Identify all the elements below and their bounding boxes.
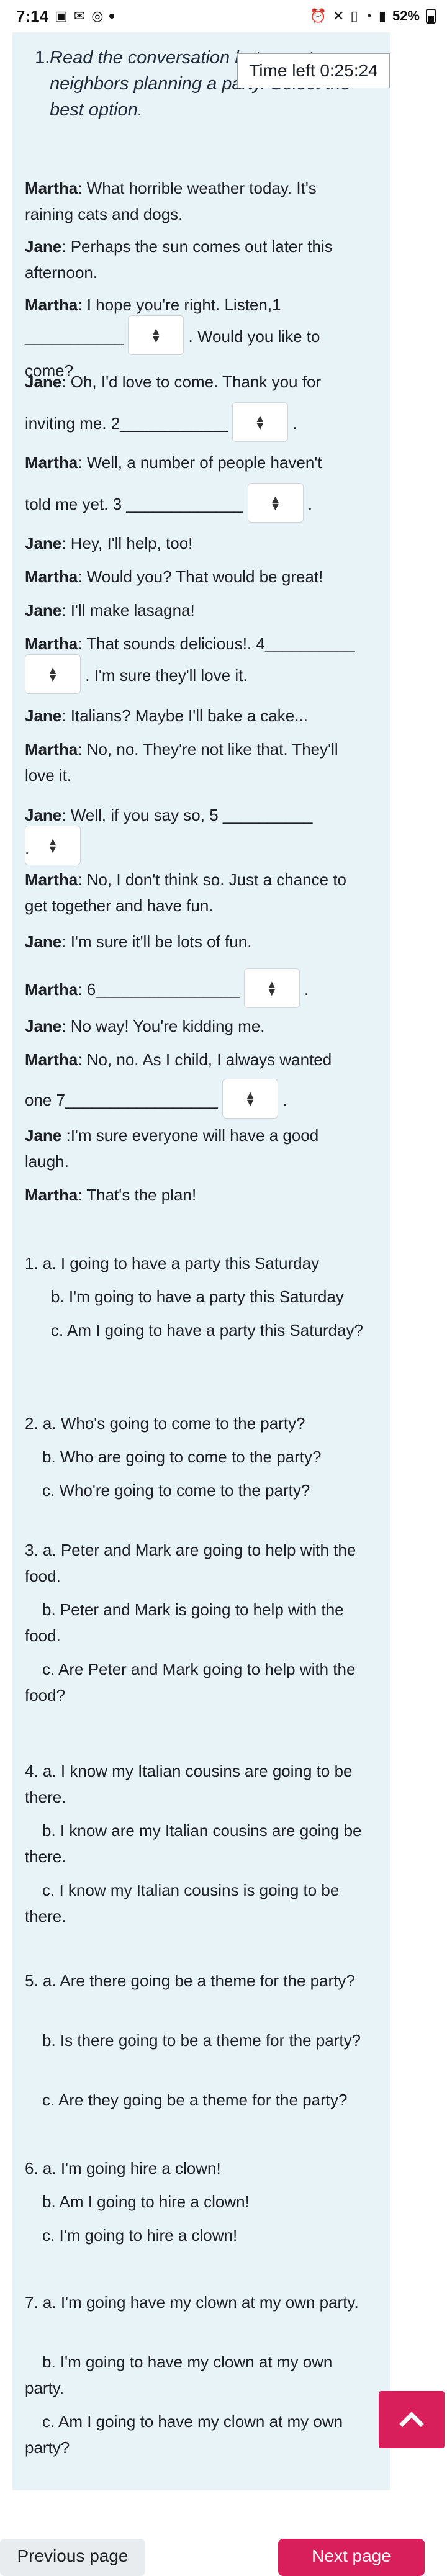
answer-dropdown-4[interactable]: ▲ ▼ [25,654,81,694]
dialogue-line: . [25,839,30,858]
back-to-top-button[interactable] [379,2391,445,2448]
answer-dropdown-2[interactable]: ▲ ▼ [232,402,288,442]
whatsapp-icon: ◎ [91,8,104,24]
option-text: b. Is there going to be a theme for the … [42,2031,361,2050]
mute-icon: ✕ [333,8,345,24]
answer-dropdown-7[interactable]: ▲ ▼ [222,1079,279,1119]
alarm-icon: ⏰ [309,8,327,24]
answer-dropdown-3[interactable]: ▲ ▼ [247,483,304,523]
battery-percent: 52% [392,8,420,24]
option-text: c. Who're going to come to the party? [42,1481,310,1500]
updown-arrows-icon: ▲ ▼ [150,325,162,345]
option-text: b. I'm going to have a party this Saturd… [51,1287,344,1306]
updown-arrows-icon: ▲ ▼ [255,412,266,432]
time-left-badge: Time left 0:25:24 [237,53,390,88]
dialogue-line: Martha: That sounds delicious!. 4_______… [25,634,355,653]
signal-icon: ▮ [378,8,386,24]
dialogue-line: Jane: Hey, I'll help, too! [25,534,193,552]
option-text: c. Am I going to have my clown at my own… [25,2412,343,2457]
dialogue-line: Martha: No, no. They're not like that. T… [25,740,338,785]
dialogue-line: Martha: What horrible weather today. It'… [25,179,317,223]
dialogue-line: told me yet. 3 _____________ ▲ ▼ . [25,483,366,525]
notification-dot-icon [109,14,115,19]
mail-icon: ✉ [73,8,86,24]
previous-page-button[interactable]: Previous page [0,2539,145,2576]
dialogue-line: Martha: Well, a number of people haven't [25,453,322,472]
dialogue-line: one 7_________________ ▲ ▼ . [25,1079,366,1121]
battery-icon [426,9,436,24]
dialogue-line: Martha: Would you? That would be great! [25,567,323,586]
dialogue-line: Jane: Italians? Maybe I'll bake a cake..… [25,706,308,725]
dialogue-line: Jane: I'm sure it'll be lots of fun. [25,932,252,951]
option-text: 3. a. Peter and Mark are going to help w… [25,1541,356,1585]
question-number: 1. [35,48,50,68]
dialogue-line: Jane: Oh, I'd love to come. Thank you fo… [25,372,322,391]
option-text: c. Are they going be a theme for the par… [42,2091,348,2109]
status-time: 7:14 [16,6,49,25]
option-text: c. Am I going to have a party this Satur… [51,1321,363,1340]
answer-dropdown-1[interactable]: ▲ ▼ [128,315,184,355]
dialogue-line: Jane: I'll make lasagna! [25,601,195,619]
updown-arrows-icon: ▲ ▼ [266,978,278,998]
option-text: c. I'm going to hire a clown! [42,2226,238,2245]
dialogue-line: Jane: Perhaps the sun comes out later th… [25,237,333,282]
option-text: 4. a. I know my Italian cousins are goin… [25,1762,353,1806]
next-page-button[interactable]: Next page [278,2539,425,2576]
chevron-up-icon [399,2412,424,2436]
wifi-icon: ◔ [364,8,372,24]
dialogue-line: Martha: 6________________ ▲ ▼ . [25,968,366,1011]
option-text: b. Am I going to hire a clown! [42,2192,250,2211]
dialogue-line: Martha: No, no. As I child, I always wan… [25,1050,332,1069]
answer-dropdown-6[interactable]: ▲ ▼ [243,968,300,1008]
dialogue-line: ▲ ▼ . I'm sure they'll love it. [25,654,366,696]
dialogue-line: Jane: No way! You're kidding me. [25,1017,265,1035]
option-text: c. Are Peter and Mark going to help with… [25,1660,356,1705]
option-text: b. I'm going to have my clown at my own … [25,2353,333,2397]
vibrate-icon: ▯ [350,8,358,24]
option-text: b. I know are my Italian cousins are goi… [25,1821,362,1866]
option-text: b. Who are going to come to the party? [42,1448,322,1466]
option-text: 7. a. I'm going have my clown at my own … [25,2293,359,2312]
option-text: 2. a. Who's going to come to the party? [25,1414,305,1433]
option-text: 5. a. Are there going be a theme for the… [25,1971,355,1990]
dialogue-line: Martha: No, I don't think so. Just a cha… [25,870,347,915]
option-text: b. Peter and Mark is going to help with … [25,1600,344,1645]
dialogue-line: inviting me. 2____________ ▲ ▼ . [25,402,366,444]
updown-arrows-icon: ▲ ▼ [47,664,58,684]
status-bar: 7:14 ▣ ✉ ◎ ⏰ ✕ ▯ ◔ ▮ 52% [0,0,447,32]
gallery-icon: ▣ [55,8,68,24]
option-text: 1. a. I going to have a party this Satur… [25,1254,320,1272]
option-text: c. I know my Italian cousins is going to… [25,1881,340,1925]
updown-arrows-icon: ▲ ▼ [245,1089,256,1109]
option-text: 6. a. I'm going hire a clown! [25,2159,221,2177]
dialogue-line: Jane :I'm sure everyone will have a good… [25,1126,319,1171]
dialogue-line: Martha: I hope you're right. Listen,1 [25,295,281,314]
updown-arrows-icon: ▲ ▼ [269,493,281,513]
dialogue-line: Martha: That's the plan! [25,1186,197,1204]
